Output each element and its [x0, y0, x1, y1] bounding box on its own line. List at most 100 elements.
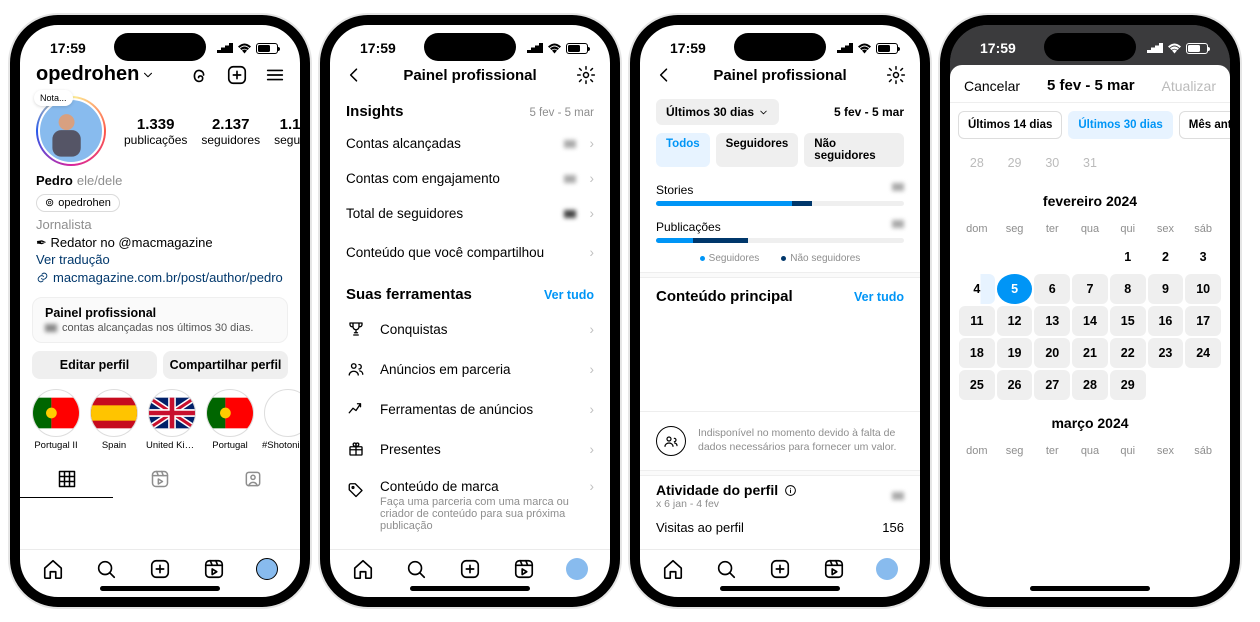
calendar-day[interactable]: 13	[1034, 306, 1070, 336]
calendar-day[interactable]: 15	[1110, 306, 1146, 336]
pro-dashboard-card[interactable]: Painel profissional contas alcançadas no…	[32, 297, 288, 343]
tab-grid[interactable]	[20, 461, 113, 498]
filter-followers[interactable]: Seguidores	[716, 133, 799, 167]
calendar-day[interactable]: 5	[997, 274, 1033, 304]
row-accounts-reached[interactable]: Contas alcançadas›	[330, 126, 610, 161]
filter-nonfollowers[interactable]: Não seguidores	[804, 133, 904, 167]
calendar-day[interactable]: 29	[1110, 370, 1146, 400]
threads-icon[interactable]	[188, 64, 210, 86]
back-button[interactable]	[654, 65, 674, 85]
nav-reels-icon[interactable]	[203, 558, 225, 580]
nav-profile-icon[interactable]	[566, 558, 588, 580]
create-icon[interactable]	[226, 64, 248, 86]
range-prev-month[interactable]: Mês anterior	[1179, 111, 1230, 139]
nav-search-icon[interactable]	[715, 558, 737, 580]
tools-viewall[interactable]: Ver tudo	[544, 288, 594, 302]
calendar-day[interactable]: 17	[1185, 306, 1221, 336]
nav-create-icon[interactable]	[149, 558, 171, 580]
settings-icon[interactable]	[886, 65, 906, 85]
row-branded-content[interactable]: Conteúdo de marcaFaça uma parceria com u…	[330, 469, 610, 542]
nav-home-icon[interactable]	[662, 558, 684, 580]
highlight-item[interactable]: Portugal	[204, 389, 256, 451]
highlight-item[interactable]: Portugal II	[30, 389, 82, 451]
stat-following[interactable]: 1.157 seguindo	[274, 116, 300, 147]
highlight-item[interactable]: United King...	[146, 389, 198, 451]
highlights-row[interactable]: Portugal II Spain United King... Portuga…	[20, 379, 300, 451]
calendar-day[interactable]: 28	[1072, 370, 1108, 400]
calendar-day[interactable]: 9	[1148, 274, 1184, 304]
calendar-day[interactable]: 20	[1034, 338, 1070, 368]
back-button[interactable]	[344, 65, 364, 85]
threads-chip[interactable]: ⊚opedrohen	[36, 194, 120, 213]
calendar-day[interactable]: 21	[1072, 338, 1108, 368]
nav-create-icon[interactable]	[459, 558, 481, 580]
calendar-day[interactable]: 22	[1110, 338, 1146, 368]
nav-home-icon[interactable]	[42, 558, 64, 580]
profile-avatar[interactable]	[36, 96, 106, 166]
calendar-day[interactable]: 16	[1148, 306, 1184, 336]
calendar-day[interactable]: 8	[1110, 274, 1146, 304]
nav-home-icon[interactable]	[352, 558, 374, 580]
calendar-day[interactable]: 30	[1034, 148, 1070, 178]
calendar-day[interactable]: 11	[959, 306, 995, 336]
note-bubble[interactable]: Nota...	[34, 90, 73, 106]
row-achievements[interactable]: Conquistas›	[330, 309, 610, 349]
calendar-day[interactable]: 14	[1072, 306, 1108, 336]
nav-reels-icon[interactable]	[823, 558, 845, 580]
calendar-day[interactable]: 19	[997, 338, 1033, 368]
row-partner-ads[interactable]: Anúncios em parceria›	[330, 349, 610, 389]
calendar-day[interactable]: 12	[997, 306, 1033, 336]
info-icon[interactable]	[784, 484, 797, 497]
tab-tagged[interactable]	[207, 461, 300, 498]
row-ad-tools[interactable]: Ferramentas de anúncios›	[330, 389, 610, 429]
calendar-day[interactable]: 27	[1034, 370, 1070, 400]
share-profile-button[interactable]: Compartilhar perfil	[163, 351, 288, 379]
calendar-day[interactable]: 3	[1185, 242, 1221, 272]
row-shared-content[interactable]: Conteúdo que você compartilhou›	[330, 231, 610, 270]
nav-profile-icon[interactable]	[876, 558, 898, 580]
metric-posts-row[interactable]: Publicações	[656, 220, 904, 234]
bio-url[interactable]: macmagazine.com.br/post/author/pedro	[36, 269, 284, 287]
nav-search-icon[interactable]	[95, 558, 117, 580]
profile-username-dropdown[interactable]: opedrohen	[36, 63, 155, 86]
calendar-day[interactable]: 6	[1034, 274, 1070, 304]
row-total-followers[interactable]: Total de seguidores›	[330, 196, 610, 231]
stat-followers[interactable]: 2.137 seguidores	[201, 116, 260, 147]
calendar-day[interactable]: 7	[1072, 274, 1108, 304]
calendar-day[interactable]: 4	[959, 274, 995, 304]
metric-stories-row[interactable]: Stories	[656, 183, 904, 197]
nav-reels-icon[interactable]	[513, 558, 535, 580]
filter-all[interactable]: Todos	[656, 133, 710, 167]
translate-link[interactable]: Ver tradução	[36, 251, 284, 269]
row-gifts[interactable]: Presentes›	[330, 429, 610, 469]
calendar-day[interactable]: 31	[1072, 148, 1108, 178]
update-button[interactable]: Atualizar	[1162, 78, 1216, 94]
calendar-day[interactable]: 29	[997, 148, 1033, 178]
date-range-button[interactable]: Últimos 30 dias	[656, 99, 779, 125]
nav-search-icon[interactable]	[405, 558, 427, 580]
calendar-day[interactable]: 24	[1185, 338, 1221, 368]
posts-bar	[656, 238, 904, 243]
range-30d[interactable]: Últimos 30 dias	[1068, 111, 1172, 139]
settings-icon[interactable]	[576, 65, 596, 85]
stat-posts[interactable]: 1.339 publicações	[124, 116, 187, 147]
highlight-item[interactable]: #ShotoniPh...	[262, 389, 300, 451]
calendar-day[interactable]: 18	[959, 338, 995, 368]
menu-icon[interactable]	[264, 64, 286, 86]
highlight-item[interactable]: Spain	[88, 389, 140, 451]
edit-profile-button[interactable]: Editar perfil	[32, 351, 157, 379]
calendar-day[interactable]: 26	[997, 370, 1033, 400]
calendar-day[interactable]: 25	[959, 370, 995, 400]
calendar-day[interactable]: 23	[1148, 338, 1184, 368]
calendar-day[interactable]: 10	[1185, 274, 1221, 304]
calendar-day[interactable]: 28	[959, 148, 995, 178]
cancel-button[interactable]: Cancelar	[964, 78, 1020, 94]
range-14d[interactable]: Últimos 14 dias	[958, 111, 1062, 139]
nav-create-icon[interactable]	[769, 558, 791, 580]
tab-reels[interactable]	[113, 461, 206, 498]
calendar-day[interactable]: 1	[1110, 242, 1146, 272]
row-accounts-engaged[interactable]: Contas com engajamento›	[330, 161, 610, 196]
calendar-day[interactable]: 2	[1148, 242, 1184, 272]
nav-profile-icon[interactable]	[256, 558, 278, 580]
top-content-viewall[interactable]: Ver tudo	[854, 290, 904, 304]
